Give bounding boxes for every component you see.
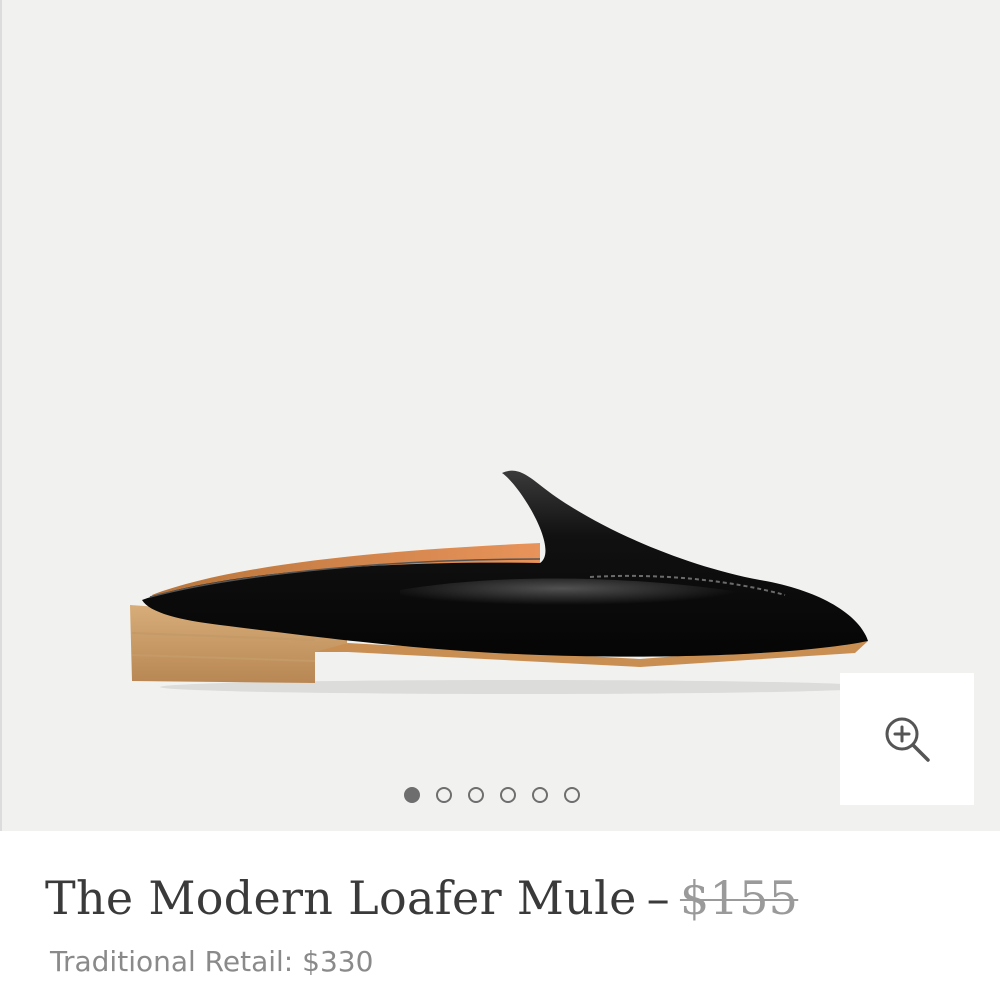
- product-title: The Modern Loafer Mule – $155: [45, 871, 798, 925]
- gallery-dot-1[interactable]: [404, 787, 420, 803]
- gallery-dot-4[interactable]: [500, 787, 516, 803]
- gallery-dot-2[interactable]: [436, 787, 452, 803]
- traditional-retail: Traditional Retail: $330: [50, 945, 373, 978]
- product-info: The Modern Loafer Mule – $155 Traditional …: [0, 831, 1000, 1000]
- product-name: The Modern Loafer Mule: [45, 871, 637, 925]
- product-image-gallery[interactable]: [0, 0, 1000, 831]
- retail-price: $330: [302, 945, 374, 978]
- gallery-dot-6[interactable]: [564, 787, 580, 803]
- product-price: $155: [679, 871, 799, 925]
- title-separator: –: [646, 871, 670, 925]
- product-image[interactable]: [120, 455, 880, 700]
- gallery-left-edge: [0, 0, 2, 831]
- gallery-pagination: [404, 787, 580, 809]
- gallery-dot-3[interactable]: [468, 787, 484, 803]
- retail-label: Traditional Retail:: [50, 945, 294, 978]
- zoom-button[interactable]: [840, 673, 974, 805]
- zoom-in-icon: [885, 717, 930, 762]
- product-page: The Modern Loafer Mule – $155 Traditional …: [0, 0, 1000, 1000]
- gallery-dot-5[interactable]: [532, 787, 548, 803]
